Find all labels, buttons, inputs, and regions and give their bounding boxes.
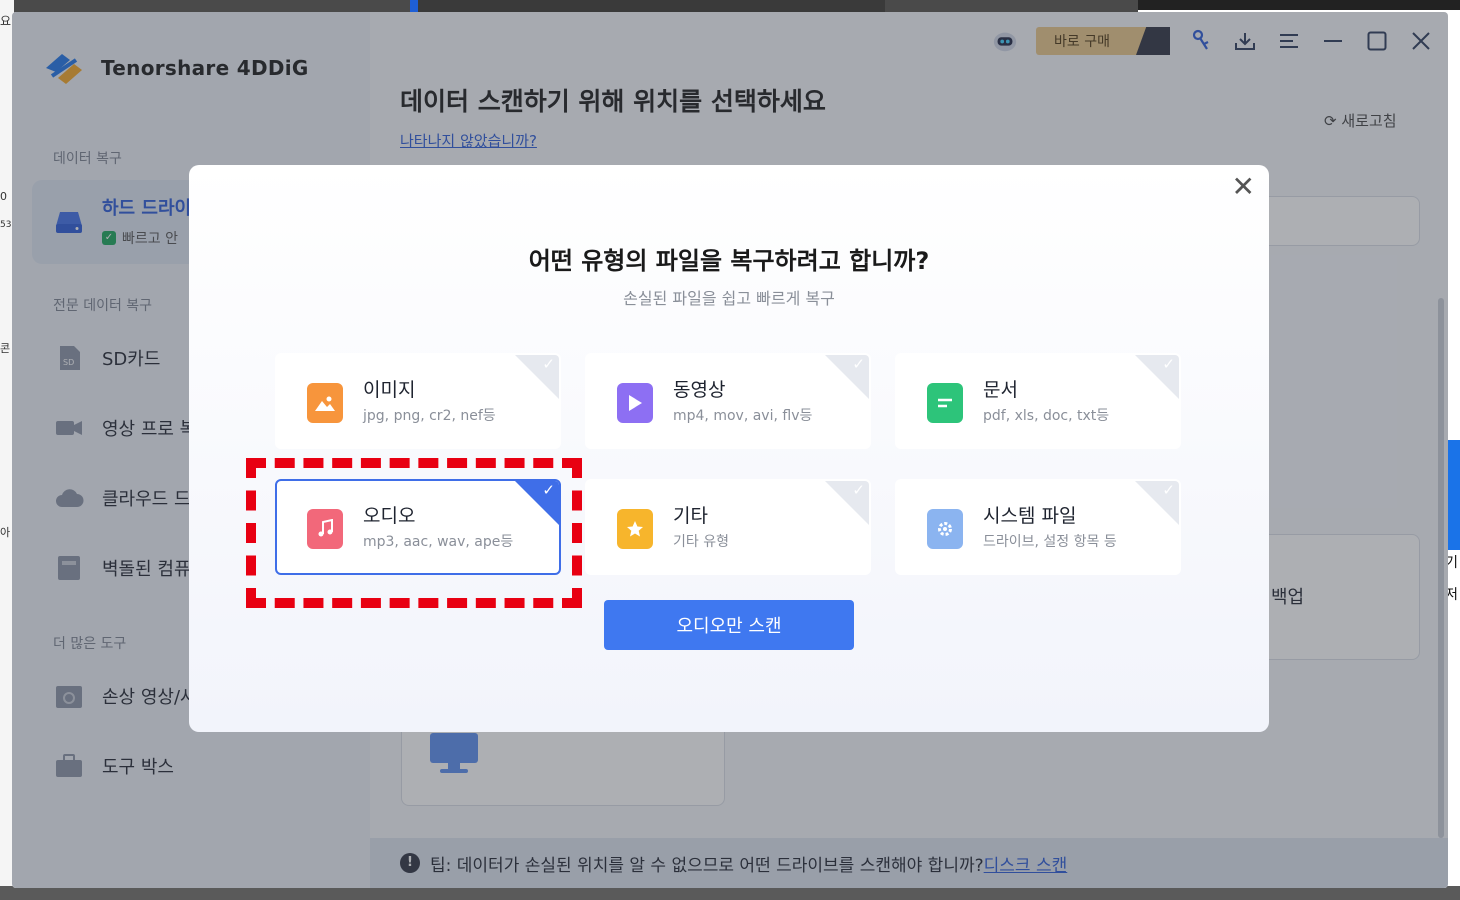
dialog-title: 어떤 유형의 파일을 복구하려고 합니까? xyxy=(528,247,930,275)
other-file-icon xyxy=(617,509,653,549)
video-file-icon xyxy=(617,383,653,423)
image-file-icon xyxy=(307,383,343,423)
close-icon[interactable]: ✕ xyxy=(1232,173,1255,201)
document-file-icon xyxy=(927,383,963,423)
card-extensions: pdf, xls, doc, txt등 xyxy=(983,408,1110,424)
background-text: 콘 xyxy=(0,342,11,355)
card-title: 시스템 파일 xyxy=(983,505,1077,527)
file-type-dialog: ✕ 어떤 유형의 파일을 복구하려고 합니까? 손실된 파일을 쉽고 빠르게 복… xyxy=(189,165,1269,732)
card-extensions: 드라이브, 설정 항목 등 xyxy=(983,534,1117,550)
scan-audio-button[interactable]: 오디오만 스캔 xyxy=(604,600,854,650)
checkmark-icon: ✓ xyxy=(1162,481,1175,499)
checkmark-icon: ✓ xyxy=(852,481,865,499)
background-text: 요 xyxy=(0,14,12,28)
card-extensions: jpg, png, cr2, nef등 xyxy=(363,408,496,424)
checkmark-icon: ✓ xyxy=(542,355,555,373)
system-file-icon xyxy=(927,509,963,549)
card-title: 문서 xyxy=(983,379,1018,401)
file-type-card-document[interactable]: 문서 pdf, xls, doc, txt등 ✓ xyxy=(895,353,1181,449)
background-text: 아 xyxy=(0,526,11,539)
file-type-card-video[interactable]: 동영상 mp4, mov, avi, flv등 ✓ xyxy=(585,353,871,449)
dialog-subtitle: 손실된 파일을 쉽고 빠르게 복구 xyxy=(623,289,835,308)
taskbar-strip xyxy=(0,886,1460,900)
file-type-card-other[interactable]: 기타 기타 유형 ✓ xyxy=(585,479,871,575)
checkmark-icon: ✓ xyxy=(1162,355,1175,373)
highlight-annotation xyxy=(246,458,582,608)
card-title: 동영상 xyxy=(673,379,726,401)
background-text: 53 xyxy=(0,220,12,230)
file-type-card-image[interactable]: 이미지 jpg, png, cr2, nef등 ✓ xyxy=(275,353,561,449)
card-title: 기타 xyxy=(673,505,708,527)
card-extensions: mp4, mov, avi, flv등 xyxy=(673,408,813,424)
background-text: 0 xyxy=(0,190,7,203)
card-title: 이미지 xyxy=(363,379,416,401)
checkmark-icon: ✓ xyxy=(852,355,865,373)
card-extensions: 기타 유형 xyxy=(673,534,729,550)
file-type-card-system[interactable]: 시스템 파일 드라이브, 설정 항목 등 ✓ xyxy=(895,479,1181,575)
